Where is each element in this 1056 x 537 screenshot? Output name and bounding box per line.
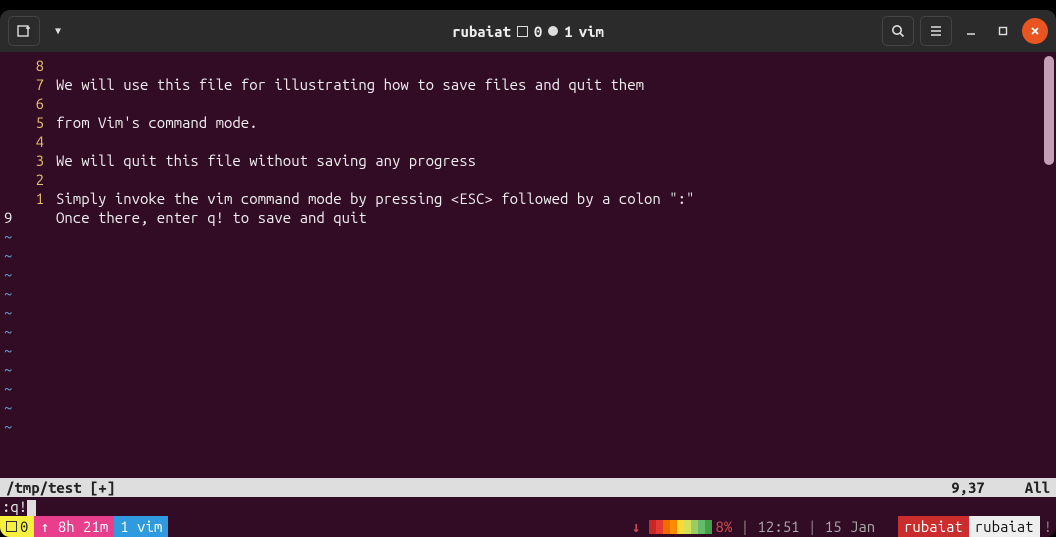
title-user: rubaiat — [452, 23, 511, 40]
hamburger-icon — [928, 23, 944, 39]
line-number: 7 — [0, 75, 44, 94]
editor-line[interactable] — [56, 94, 1056, 113]
title-box-icon — [517, 26, 528, 37]
editor-empty-line — [56, 379, 1056, 398]
search-icon — [890, 23, 906, 39]
empty-line-tilde: ~ — [0, 379, 44, 398]
terminal-body[interactable]: 876543219~~~~~~~~~~~ We will use this fi… — [0, 52, 1056, 537]
titlebar-right — [882, 16, 1048, 46]
line-number: 5 — [0, 113, 44, 132]
vim-cmdline[interactable]: :q! — [0, 497, 1056, 516]
scrollbar[interactable] — [1044, 56, 1054, 474]
titlebar-left: ▼ — [8, 16, 74, 46]
editor-empty-line — [56, 341, 1056, 360]
terminal-window: ▼ rubaiat 0 1 vim — [0, 10, 1056, 537]
empty-line-tilde: ~ — [0, 398, 44, 417]
empty-line-tilde: ~ — [0, 303, 44, 322]
empty-line-tilde: ~ — [0, 246, 44, 265]
editor-empty-line — [56, 227, 1056, 246]
line-number: 4 — [0, 132, 44, 151]
editor-empty-line — [56, 417, 1056, 436]
editor-line[interactable] — [56, 56, 1056, 75]
empty-line-tilde: ~ — [0, 265, 44, 284]
empty-line-tilde: ~ — [0, 284, 44, 303]
line-number: 6 — [0, 94, 44, 113]
line-number: 9 — [0, 208, 44, 227]
empty-line-tilde: ~ — [0, 227, 44, 246]
line-number: 3 — [0, 151, 44, 170]
vim-statusline: /tmp/test [+] 9,37 All — [0, 478, 1056, 497]
vim-editor[interactable]: 876543219~~~~~~~~~~~ We will use this fi… — [0, 52, 1056, 478]
statusline-position: 9,37 — [951, 478, 985, 497]
line-number: 8 — [0, 56, 44, 75]
editor-line[interactable] — [56, 170, 1056, 189]
empty-line-tilde: ~ — [0, 360, 44, 379]
new-tab-button[interactable] — [8, 16, 40, 46]
editor-empty-line — [56, 303, 1056, 322]
empty-line-tilde: ~ — [0, 341, 44, 360]
title-app: vim — [579, 23, 604, 40]
maximize-button[interactable] — [990, 18, 1016, 44]
statusline-percent: All — [1025, 478, 1050, 497]
editor-empty-line — [56, 246, 1056, 265]
line-number-gutter: 876543219~~~~~~~~~~~ — [0, 56, 56, 478]
title-win: 1 — [564, 23, 572, 40]
close-icon — [1029, 25, 1041, 37]
chevron-down-icon: ▼ — [55, 25, 61, 37]
title-dot-icon — [548, 26, 558, 36]
line-number: 2 — [0, 170, 44, 189]
titlebar: ▼ rubaiat 0 1 vim — [0, 10, 1056, 52]
editor-empty-line — [56, 265, 1056, 284]
cmd-cursor — [27, 500, 36, 517]
editor-line[interactable]: We will quit this file without saving an… — [56, 151, 1056, 170]
editor-line[interactable]: We will use this file for illustrating h… — [56, 75, 1056, 94]
menu-button[interactable] — [920, 16, 952, 46]
editor-empty-line — [56, 284, 1056, 303]
minimize-button[interactable] — [958, 18, 984, 44]
editor-empty-line — [56, 322, 1056, 341]
line-number: 1 — [0, 189, 44, 208]
new-tab-icon — [16, 23, 32, 39]
editor-content[interactable]: We will use this file for illustrating h… — [56, 56, 1056, 478]
statusline-file: /tmp/test [+] — [6, 478, 115, 497]
title-idx: 0 — [534, 23, 542, 40]
editor-empty-line — [56, 360, 1056, 379]
tab-menu-button[interactable]: ▼ — [44, 16, 74, 46]
empty-line-tilde: ~ — [0, 417, 44, 436]
editor-line[interactable]: Simply invoke the vim command mode by pr… — [56, 189, 1056, 208]
editor-line[interactable]: from Vim's command mode. — [56, 113, 1056, 132]
minimize-icon — [965, 25, 977, 37]
close-button[interactable] — [1022, 18, 1048, 44]
scroll-thumb[interactable] — [1044, 56, 1054, 165]
cmdline-text: :q! — [2, 498, 27, 515]
editor-line[interactable]: Once there, enter q! to save and quit — [56, 208, 1056, 227]
empty-line-tilde: ~ — [0, 322, 44, 341]
editor-line[interactable] — [56, 132, 1056, 151]
maximize-icon — [997, 25, 1009, 37]
editor-empty-line — [56, 398, 1056, 417]
search-button[interactable] — [882, 16, 914, 46]
